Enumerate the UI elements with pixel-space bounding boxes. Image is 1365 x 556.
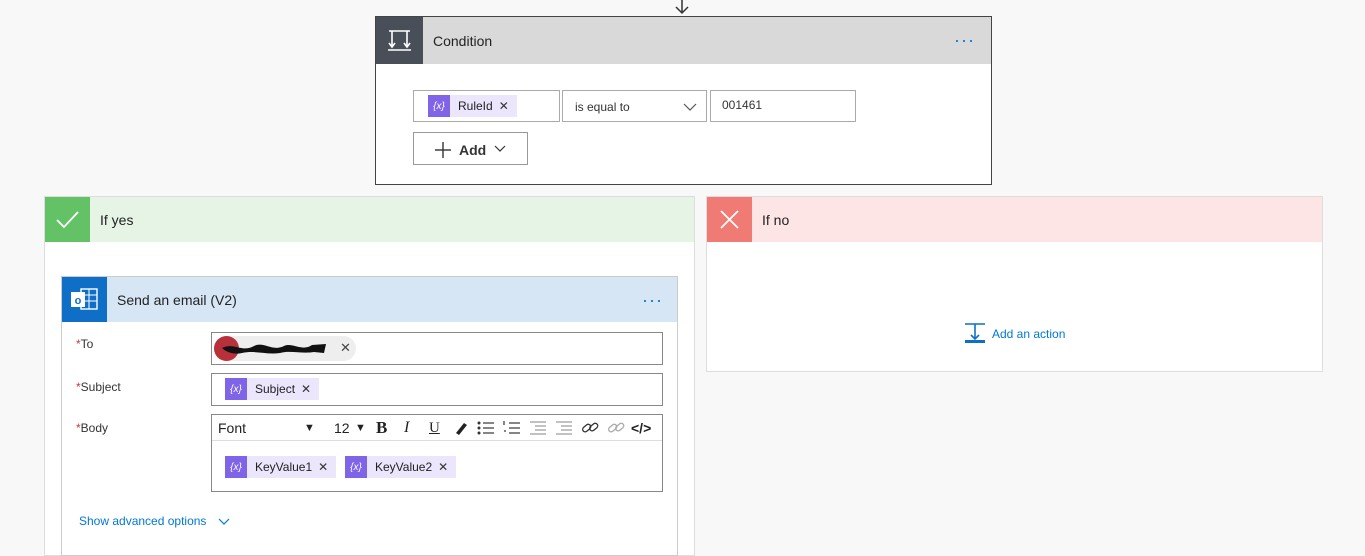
operator-value: is equal to [575,100,630,114]
decrease-indent-icon[interactable] [529,420,547,436]
numbered-list-icon[interactable] [503,420,521,436]
send-email-header[interactable]: o Send an email (V2) ··· [62,277,677,322]
highlight-icon[interactable] [453,420,469,436]
unlink-icon[interactable] [607,420,625,436]
code-view-button[interactable]: </> [631,415,651,441]
body-token-2[interactable]: {x} KeyValue2 ✕ [345,456,457,478]
subject-field[interactable]: {x} Subject ✕ [211,373,663,406]
condition-left-operand[interactable]: {x} RuleId ✕ [413,90,560,122]
body-label: *Body [76,421,109,435]
remove-token-icon[interactable]: ✕ [438,460,456,474]
if-no-title: If no [762,212,790,228]
add-an-action-label: Add an action [992,327,1066,341]
remove-token-icon[interactable]: ✕ [499,99,517,113]
increase-indent-icon[interactable] [555,420,573,436]
show-advanced-options-link[interactable]: Show advanced options [79,514,230,528]
recipient-chip[interactable]: ✕ [214,336,356,361]
body-token-1[interactable]: {x} KeyValue1 ✕ [225,456,337,478]
dynamic-content-icon: {x} [428,95,450,117]
condition-header[interactable]: Condition ··· [376,17,991,64]
italic-button[interactable]: I [404,415,409,441]
dynamic-content-icon: {x} [345,456,367,478]
outlook-icon: o [62,277,107,322]
send-email-card[interactable]: o Send an email (V2) ··· *To ✕ *Subject … [61,276,678,556]
subject-token[interactable]: {x} Subject ✕ [225,378,320,400]
remove-token-icon[interactable]: ✕ [318,460,336,474]
bullet-list-icon[interactable] [477,420,495,436]
close-icon [707,197,752,242]
send-email-title: Send an email (V2) [117,292,237,308]
if-yes-title: If yes [100,212,134,228]
operator-dropdown[interactable]: is equal to [562,90,707,122]
right-operand-value: 001461 [722,98,763,112]
token-label: Subject [255,382,296,396]
plus-icon [435,142,451,158]
font-size-select[interactable]: 12 [334,415,350,441]
chevron-down-icon [494,145,506,152]
token-label: RuleId [458,99,493,113]
dynamic-content-icon: {x} [225,456,247,478]
chevron-down-icon [218,518,230,525]
chevron-down-icon [683,103,697,111]
if-yes-header[interactable]: If yes [45,197,694,242]
redacted-name [222,344,326,354]
add-button[interactable]: Add [413,132,528,165]
dynamic-content-icon: {x} [225,378,247,400]
connector-arrow-icon [675,0,689,15]
checkmark-icon [45,197,90,242]
condition-right-operand[interactable]: 001461 [710,90,856,122]
advanced-options-label: Show advanced options [79,514,207,528]
condition-icon [376,17,423,64]
send-email-menu-icon[interactable]: ··· [642,291,663,309]
bold-button[interactable]: B [376,415,387,441]
if-no-header[interactable]: If no [707,197,1322,242]
rich-text-toolbar: Font ▼ 12 ▼ B I U </> [212,415,662,441]
add-action-icon [965,323,985,343]
body-editor[interactable]: Font ▼ 12 ▼ B I U </> {x} KeyValue1 ✕ {x… [211,414,663,492]
subject-label: *Subject [76,380,121,394]
if-yes-branch: If yes o Send an email (V2) ··· *To ✕ *S… [44,196,695,556]
link-icon[interactable] [581,420,599,436]
svg-text:o: o [75,295,82,307]
size-dropdown-icon[interactable]: ▼ [355,415,366,441]
to-label: *To [76,337,94,351]
font-dropdown-icon[interactable]: ▼ [304,415,315,441]
condition-menu-icon[interactable]: ··· [954,31,975,49]
token-label: KeyValue1 [255,460,313,474]
condition-title: Condition [433,33,493,49]
to-field[interactable]: ✕ [211,332,663,365]
remove-token-icon[interactable]: ✕ [301,382,319,396]
font-select[interactable]: Font [218,415,246,441]
ruleid-token[interactable]: {x} RuleId ✕ [428,95,517,117]
add-label: Add [459,142,487,158]
if-no-branch: If no Add an action [706,196,1323,372]
token-label: KeyValue2 [375,460,433,474]
underline-button[interactable]: U [429,415,440,441]
remove-recipient-icon[interactable]: ✕ [340,340,351,356]
condition-card[interactable]: Condition ··· {x} RuleId ✕ is equal to 0… [375,16,992,185]
